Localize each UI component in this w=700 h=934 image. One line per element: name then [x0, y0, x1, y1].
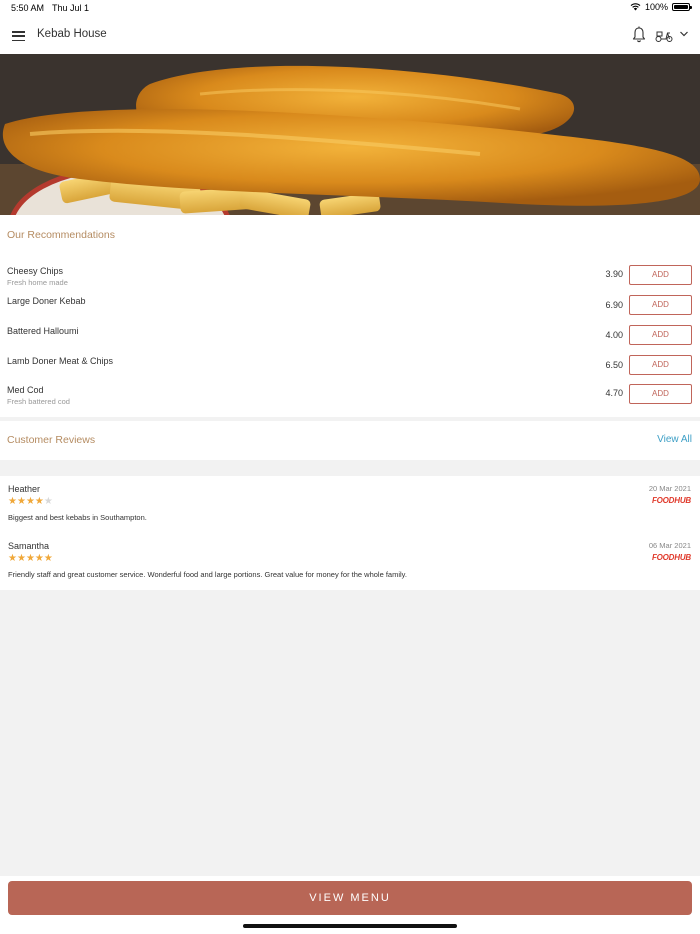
status-bar: 5:50 AM Thu Jul 1 100%: [0, 0, 700, 17]
review-item: Samantha ★★★★★ Friendly staff and great …: [0, 541, 700, 591]
reviews-title: Customer Reviews: [7, 434, 96, 446]
item-price: 6.90: [605, 300, 623, 310]
recommendations-title: Our Recommendations: [7, 229, 115, 241]
review-item: Heather ★★★★★ Biggest and best kebabs in…: [0, 484, 700, 534]
star-icon: ★: [8, 496, 17, 507]
menu-icon[interactable]: [12, 31, 25, 41]
item-name: Large Doner Kebab: [7, 296, 86, 306]
bell-icon[interactable]: [632, 26, 646, 44]
add-button[interactable]: ADD: [629, 295, 692, 315]
scooter-icon[interactable]: [655, 27, 673, 43]
item-description: Fresh battered cod: [7, 397, 70, 406]
item-name: Cheesy Chips: [7, 266, 64, 276]
fish-and-chips-image: [0, 54, 700, 215]
view-all-link[interactable]: View All: [657, 434, 692, 445]
status-right: 100%: [630, 2, 692, 12]
list-item: Battered Halloumi 4.00 ADD: [0, 325, 700, 356]
review-text: Biggest and best kebabs in Southampton.: [8, 513, 147, 522]
wifi-icon: [630, 3, 641, 11]
item-price: 3.90: [605, 269, 623, 279]
star-icon: ★: [34, 553, 44, 564]
status-time: 5:50 AM: [11, 3, 45, 13]
list-item: Med Cod Fresh battered cod 4.70 ADD: [0, 384, 700, 415]
home-indicator: [243, 924, 457, 928]
list-item: Cheesy Chips Fresh home made 3.90 ADD: [0, 265, 700, 296]
chevron-down-icon[interactable]: [679, 29, 689, 39]
battery-icon: [672, 3, 692, 11]
star-icon: ★: [43, 553, 53, 564]
add-button[interactable]: ADD: [629, 355, 692, 375]
hero-image: [0, 54, 700, 215]
reviewer-name: Samantha: [8, 541, 50, 551]
item-price: 4.00: [605, 330, 623, 340]
star-icon: ★: [43, 496, 53, 507]
item-price: 4.70: [605, 388, 623, 398]
foodhub-logo: FOODHUB: [651, 553, 691, 562]
star-icon: ★: [25, 496, 35, 507]
reviews-list: Heather ★★★★★ Biggest and best kebabs in…: [0, 476, 700, 590]
item-name: Med Cod: [7, 385, 44, 395]
foodhub-logo: FOODHUB: [651, 496, 691, 505]
star-rating: ★★★★★: [8, 554, 53, 564]
list-item: Large Doner Kebab 6.90 ADD: [0, 295, 700, 326]
add-button[interactable]: ADD: [629, 325, 692, 345]
review-text: Friendly staff and great customer servic…: [8, 570, 407, 579]
item-price: 6.50: [605, 360, 623, 370]
star-icon: ★: [16, 496, 26, 507]
item-name: Lamb Doner Meat & Chips: [7, 356, 114, 366]
item-description: Fresh home made: [7, 278, 68, 287]
star-rating: ★★★★★: [8, 497, 53, 507]
review-date: 06 Mar 2021: [648, 541, 691, 550]
add-button[interactable]: ADD: [629, 384, 692, 404]
bottom-bar: VIEW MENU: [0, 876, 700, 934]
star-icon: ★: [16, 553, 26, 564]
star-icon: ★: [25, 553, 35, 564]
item-name: Battered Halloumi: [7, 326, 79, 336]
review-date: 20 Mar 2021: [648, 484, 691, 493]
page-title: Kebab House: [37, 28, 107, 40]
battery-percent: 100%: [644, 2, 668, 12]
reviewer-name: Heather: [8, 484, 41, 494]
add-button[interactable]: ADD: [629, 265, 692, 285]
status-date: Thu Jul 1: [52, 3, 90, 13]
reviews-header: Customer Reviews View All: [0, 421, 700, 460]
view-menu-button[interactable]: VIEW MENU: [8, 881, 692, 915]
list-item: Lamb Doner Meat & Chips 6.50 ADD: [0, 355, 700, 386]
star-icon: ★: [8, 553, 17, 564]
app-header: Kebab House: [0, 17, 700, 54]
recommendations-section: Our Recommendations Cheesy Chips Fresh h…: [0, 215, 700, 417]
star-icon: ★: [34, 496, 44, 507]
